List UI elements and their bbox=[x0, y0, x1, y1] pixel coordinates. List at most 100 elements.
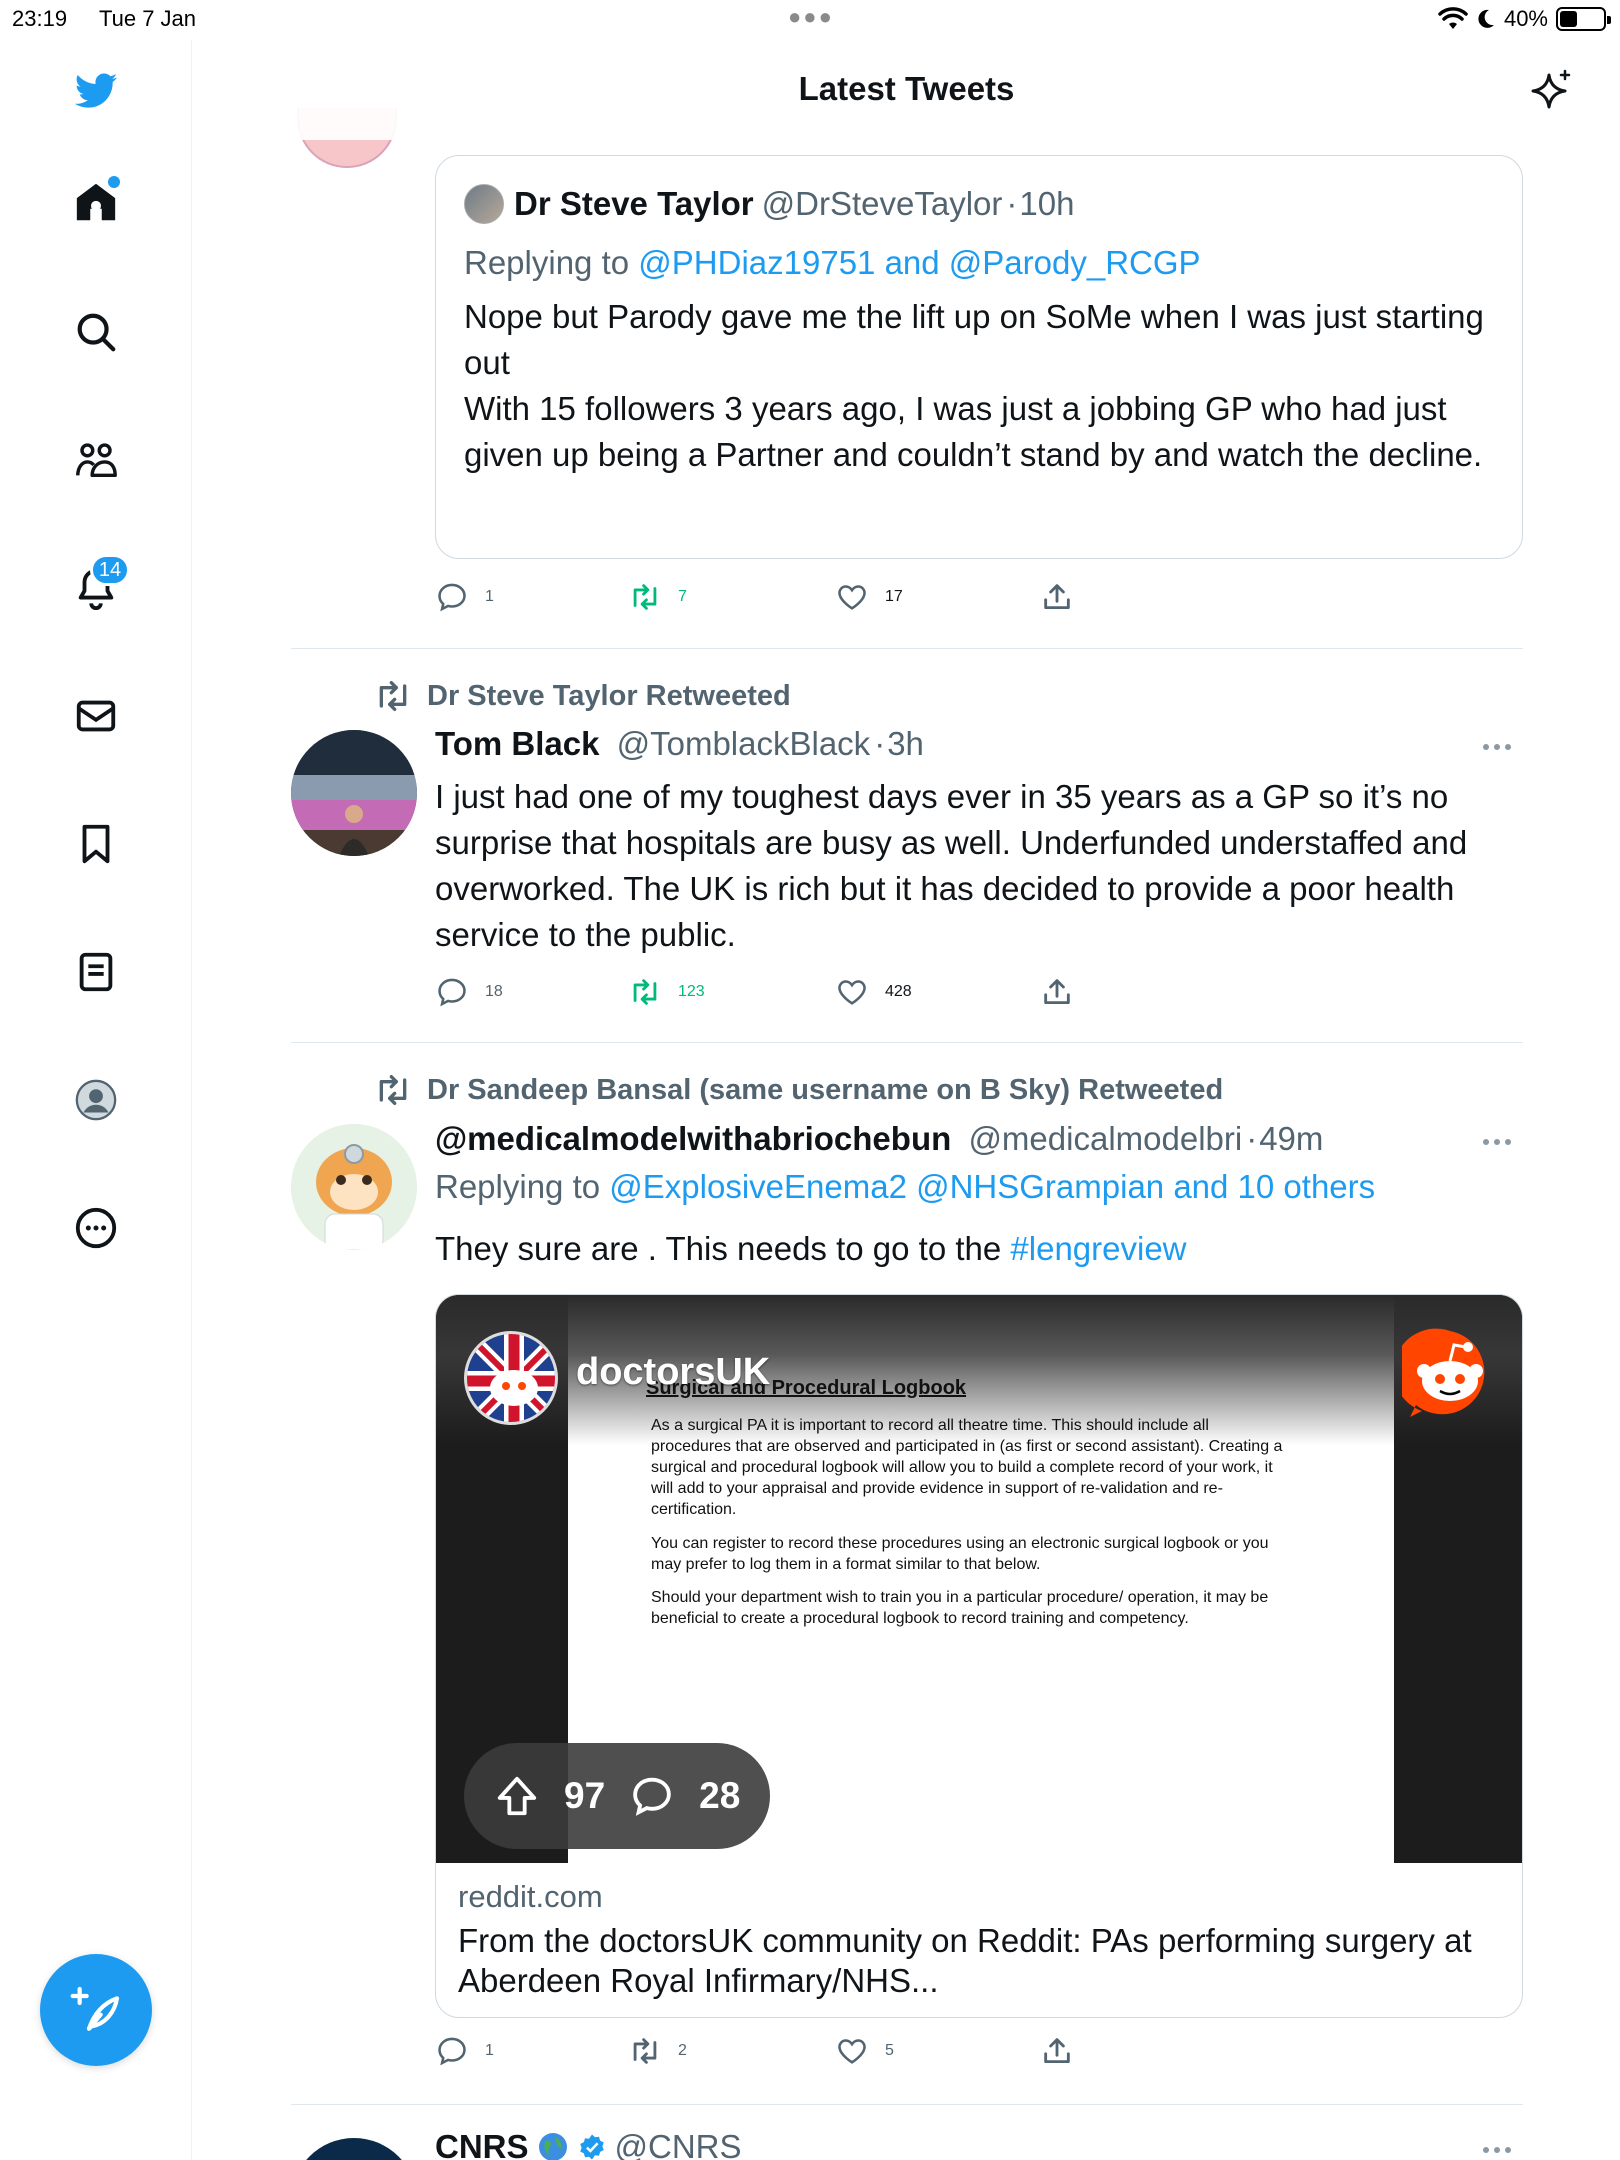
tweet-text-body: They sure are . This needs to go to the bbox=[435, 1230, 1002, 1267]
document-paragraph: You can register to record these procedu… bbox=[651, 1535, 1269, 1573]
author-name: Dr Steve Taylor bbox=[514, 185, 754, 222]
retweet-count: 123 bbox=[678, 983, 705, 1000]
author-handle: @DrSteveTaylor bbox=[761, 185, 1003, 222]
timeline[interactable]: Dr Steve Taylor @DrSteveTaylor · 10h Rep… bbox=[193, 0, 1620, 2160]
link-card[interactable]: Surgical and Procedural Logbook As a sur… bbox=[435, 1294, 1523, 2018]
divider bbox=[291, 1042, 1523, 1043]
like-icon bbox=[838, 585, 866, 610]
like-button[interactable]: 428 bbox=[835, 975, 912, 1009]
replying-to: Replying to @PHDiaz19751 and @Parody_RCG… bbox=[464, 244, 1494, 282]
avatar[interactable] bbox=[291, 730, 417, 856]
like-button[interactable]: 5 bbox=[835, 2034, 894, 2068]
like-icon bbox=[838, 2039, 866, 2064]
share-icon bbox=[1044, 2038, 1070, 2064]
search-icon bbox=[77, 313, 116, 352]
avatar[interactable] bbox=[291, 1124, 417, 1250]
retweet-icon bbox=[633, 584, 657, 610]
retweet-count: 2 bbox=[678, 2042, 687, 2059]
retweet-button[interactable]: 2 bbox=[628, 2034, 687, 2068]
more-options-icon[interactable] bbox=[1483, 2140, 1523, 2160]
new-content-dot bbox=[108, 176, 120, 188]
share-button[interactable] bbox=[1040, 975, 1074, 1009]
tweet-text-line: With 15 followers 3 years ago, I was jus… bbox=[464, 390, 1483, 473]
like-icon bbox=[838, 980, 866, 1005]
tweet-time: 49m bbox=[1259, 1120, 1324, 1157]
reply-icon bbox=[438, 583, 466, 612]
author-name[interactable]: Tom Black bbox=[435, 725, 599, 762]
reply-count: 18 bbox=[485, 983, 503, 1000]
replying-to-handles[interactable]: @PHDiaz19751 and @Parody_RCGP bbox=[638, 244, 1200, 281]
sidebar-item-bookmarks[interactable] bbox=[58, 806, 134, 882]
status-time: 23:19 bbox=[12, 6, 68, 31]
like-button[interactable]: 17 bbox=[835, 580, 903, 614]
retweet-icon bbox=[633, 979, 657, 1005]
social-context-text: Dr Sandeep Bansal (same username on B Sk… bbox=[427, 1073, 1224, 1106]
author-handle[interactable]: @TomblackBlack bbox=[617, 725, 871, 762]
author-name[interactable]: @medicalmodelwithabriochebun bbox=[435, 1120, 951, 1157]
card-image[interactable]: Surgical and Procedural Logbook As a sur… bbox=[436, 1295, 1522, 1863]
bookmark-icon bbox=[82, 824, 110, 864]
communities-icon bbox=[76, 443, 117, 478]
quoted-tweet-card[interactable]: Dr Steve Taylor @DrSteveTaylor · 10h Rep… bbox=[435, 155, 1523, 559]
reply-button[interactable]: 1 bbox=[435, 2034, 494, 2068]
hashtag-link[interactable]: #lengreview bbox=[1010, 1230, 1186, 1267]
like-count: 5 bbox=[885, 2042, 894, 2059]
sidebar-item-communities[interactable] bbox=[58, 422, 134, 498]
sidebar-item-home[interactable] bbox=[58, 164, 134, 240]
share-button[interactable] bbox=[1040, 580, 1074, 614]
sparkle-icon bbox=[1531, 69, 1571, 109]
upvote-icon bbox=[497, 1776, 537, 1816]
tweet-time: 10h bbox=[1019, 185, 1075, 222]
sidebar-item-more[interactable] bbox=[58, 1190, 134, 1266]
document-paragraph: Should your department wish to train you… bbox=[651, 1589, 1269, 1627]
tweet-header: @medicalmodelwithabriochebun @medicalmod… bbox=[435, 1120, 1324, 1157]
retweet-button[interactable]: 123 bbox=[628, 975, 705, 1009]
compose-tweet-button[interactable] bbox=[40, 1954, 152, 2066]
tweet-header: CNRS @CNRS bbox=[435, 2128, 742, 2160]
reply-button[interactable]: 18 bbox=[435, 975, 503, 1009]
sidebar-item-messages[interactable] bbox=[58, 678, 134, 754]
document-paragraph: As a surgical PA it is important to reco… bbox=[651, 1417, 1283, 1518]
avatar[interactable] bbox=[291, 2138, 417, 2160]
social-context-text: Dr Steve Taylor Retweeted bbox=[427, 679, 791, 712]
timeline-switch-button[interactable] bbox=[1524, 62, 1580, 118]
reply-count: 1 bbox=[485, 2042, 494, 2059]
timeline-header: Latest Tweets bbox=[193, 40, 1620, 140]
upvote-count: 97 bbox=[564, 1775, 606, 1816]
twitter-logo-icon bbox=[74, 73, 118, 108]
more-options-icon[interactable] bbox=[1483, 737, 1523, 757]
comment-count: 28 bbox=[699, 1775, 741, 1816]
retweet-icon bbox=[633, 2038, 657, 2064]
sidebar-item-explore[interactable] bbox=[58, 294, 134, 370]
author-handle[interactable]: @medicalmodelbri bbox=[968, 1120, 1242, 1157]
sidebar-item-profile[interactable] bbox=[58, 1062, 134, 1138]
author-name[interactable]: CNRS bbox=[435, 2128, 529, 2160]
share-icon bbox=[1044, 584, 1070, 610]
reply-button[interactable]: 1 bbox=[435, 580, 494, 614]
more-circle-icon bbox=[75, 1207, 117, 1249]
author-handle[interactable]: @CNRS bbox=[615, 2128, 742, 2160]
social-context[interactable]: Dr Steve Taylor Retweeted bbox=[373, 676, 791, 716]
sidebar-item-notifications[interactable]: 14 bbox=[58, 550, 134, 626]
sidebar: 14 bbox=[0, 40, 192, 2160]
profile-icon bbox=[75, 1079, 117, 1121]
more-options-icon[interactable] bbox=[1483, 1132, 1523, 1152]
divider bbox=[291, 648, 1523, 649]
mail-icon bbox=[76, 700, 116, 732]
twitter-logo-button[interactable] bbox=[58, 52, 134, 128]
tweet-text: I just had one of my toughest days ever … bbox=[435, 778, 1468, 953]
replying-prefix: Replying to bbox=[464, 244, 630, 281]
replying-to-handles[interactable]: @ExplosiveEnema2 @NHSGrampian and 10 oth… bbox=[609, 1168, 1375, 1205]
retweet-icon bbox=[379, 1075, 407, 1105]
retweet-count: 7 bbox=[678, 588, 687, 605]
lists-icon bbox=[79, 952, 113, 992]
card-title: From the doctorsUK community on Reddit: … bbox=[458, 1922, 1472, 1999]
tweet-text-line: Nope but Parody gave me the lift up on S… bbox=[464, 298, 1484, 381]
compose-icon bbox=[70, 1986, 120, 2031]
social-context[interactable]: Dr Sandeep Bansal (same username on B Sk… bbox=[373, 1070, 1223, 1110]
comment-bubble-icon bbox=[633, 1777, 671, 1816]
sidebar-item-lists[interactable] bbox=[58, 934, 134, 1010]
retweet-button[interactable]: 7 bbox=[628, 580, 687, 614]
tweet-text: Nope but Parody gave me the lift up on S… bbox=[464, 294, 1494, 478]
share-button[interactable] bbox=[1040, 2034, 1074, 2068]
